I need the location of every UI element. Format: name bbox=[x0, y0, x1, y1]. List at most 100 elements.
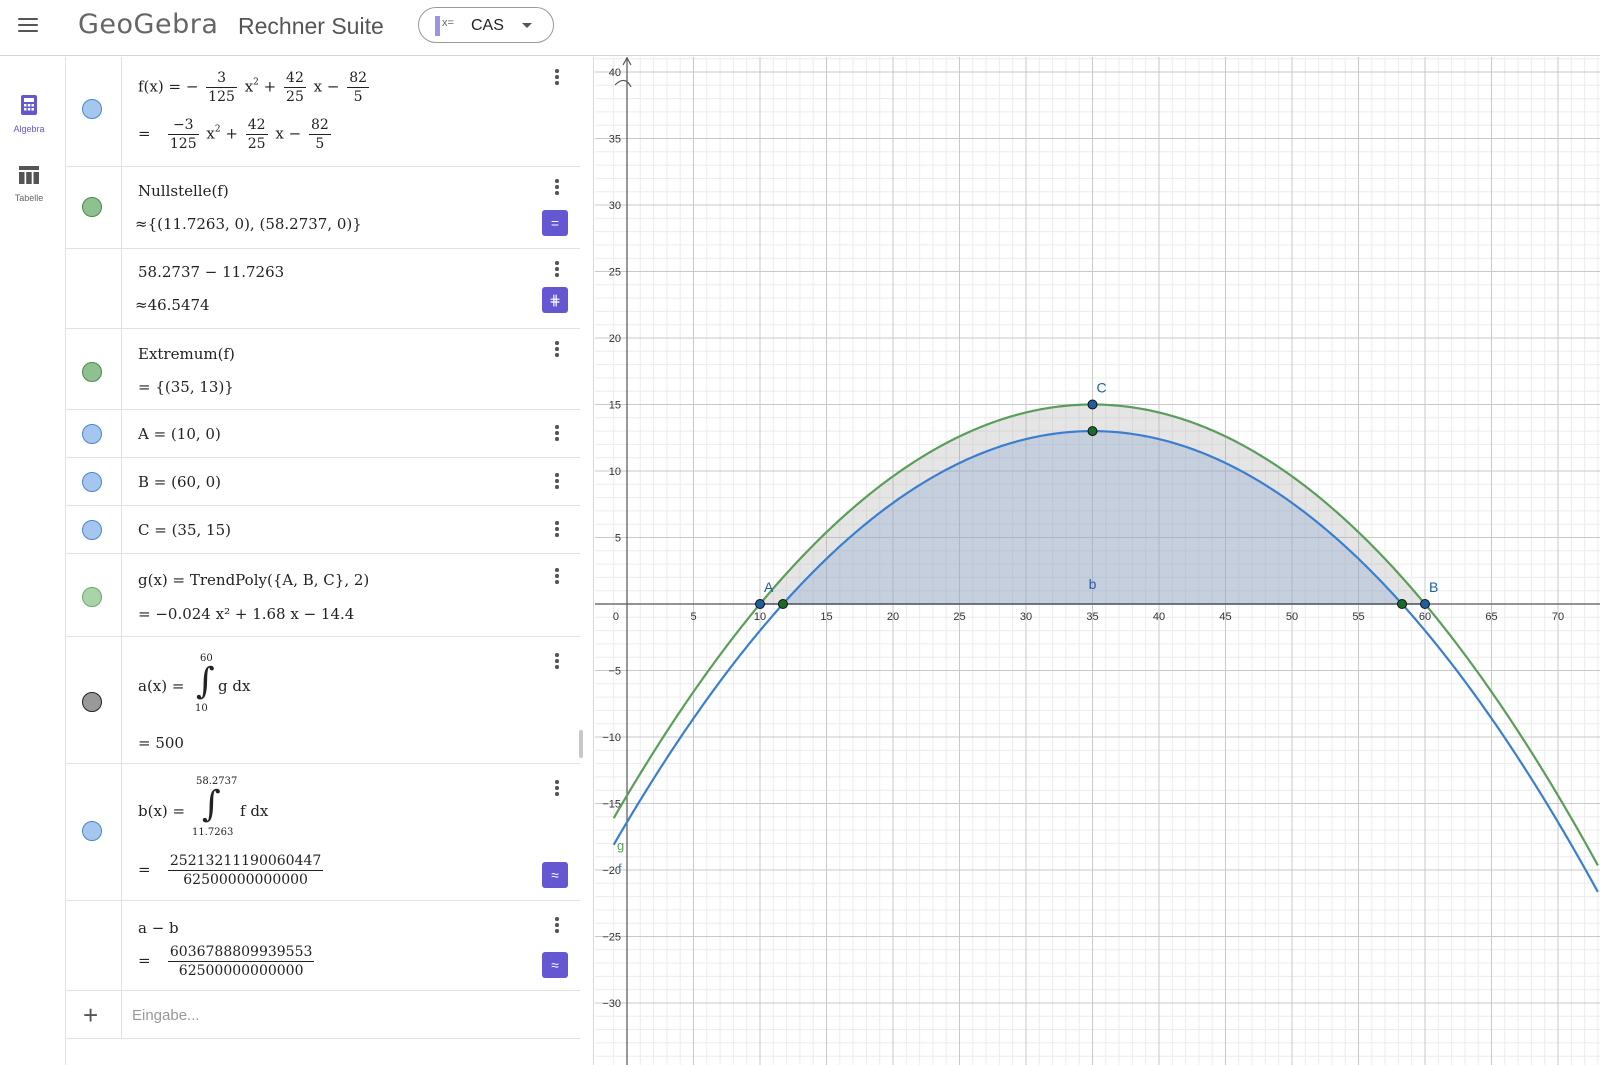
y-tick-label: 25 bbox=[609, 267, 621, 279]
algebra-row-nullstelle[interactable]: Nullstelle(f) ≈{(11.7263, 0), (58.2737, … bbox=[66, 167, 580, 249]
algebra-row-c[interactable]: C = (35, 15) bbox=[66, 506, 580, 554]
rail-item-label: Tabelle bbox=[14, 193, 44, 203]
g-definition[interactable]: g(x) = TrendPoly({A, B, C}, 2) bbox=[138, 571, 369, 589]
suite-title: Rechner Suite bbox=[238, 13, 384, 39]
integral-label-b: b bbox=[1089, 576, 1097, 592]
algebra-row-integral-b[interactable]: b(x) = 58.2737 ∫ 11.7263 f dx = 25213211… bbox=[66, 764, 580, 901]
point-B bbox=[1420, 599, 1430, 609]
visibility-toggle[interactable] bbox=[82, 520, 102, 540]
more-options-icon[interactable] bbox=[554, 341, 560, 359]
x-tick-label: 50 bbox=[1286, 611, 1298, 623]
numeric-toggle-button[interactable]: ≈ bbox=[542, 952, 568, 978]
point-label-C: C bbox=[1097, 380, 1107, 396]
extremum-output: = {(35, 13)} bbox=[138, 378, 234, 396]
visibility-toggle[interactable] bbox=[82, 472, 102, 492]
algebra-input[interactable]: Eingabe... bbox=[132, 1007, 200, 1024]
x-tick-label: 45 bbox=[1219, 611, 1231, 623]
a-minus-b-input[interactable]: a − b bbox=[138, 919, 179, 937]
curve-label-g: g bbox=[617, 838, 624, 853]
extremum-input[interactable]: Extremum(f) bbox=[138, 345, 235, 363]
integral-b-lhs[interactable]: b(x) = bbox=[138, 802, 185, 820]
more-options-icon[interactable] bbox=[554, 261, 560, 279]
x-tick-label: 15 bbox=[820, 611, 832, 623]
geogebra-logo: GeoGebra bbox=[78, 9, 219, 40]
difference-output: ≈46.5474 bbox=[135, 296, 210, 314]
numeric-toggle-button[interactable]: ⋕ bbox=[542, 287, 568, 313]
visibility-toggle[interactable] bbox=[82, 424, 102, 444]
algebra-row-extremum[interactable]: Extremum(f) = {(35, 13)} bbox=[66, 329, 580, 410]
integral-a-lhs[interactable]: a(x) = bbox=[138, 677, 184, 695]
origin-label: 0 bbox=[613, 611, 619, 623]
rail-item-label: Algebra bbox=[13, 124, 45, 134]
algebra-input-row[interactable]: + Eingabe... bbox=[66, 991, 580, 1039]
f-definition[interactable]: f(x) = − 3 125 x2 + 42 25 x − 82 5 bbox=[138, 69, 372, 106]
plus-icon[interactable]: + bbox=[83, 1002, 98, 1028]
undo-arrow-icon bbox=[614, 79, 632, 88]
graph-canvas[interactable]: 5 10 15 20 25 30 35 40 45 50 55 60 65 70−30−25−20−15−… bbox=[595, 57, 1600, 1065]
visibility-toggle[interactable] bbox=[82, 587, 102, 607]
rail-item-table[interactable]: Tabelle bbox=[0, 165, 58, 203]
x-tick-label: 30 bbox=[1020, 611, 1032, 623]
app-picker-label: CAS bbox=[471, 17, 504, 34]
visibility-toggle[interactable] bbox=[82, 821, 102, 841]
point-unnamed bbox=[1397, 599, 1408, 609]
algebra-row-integral-a[interactable]: a(x) = 60 ∫ 10 g dx = 500 bbox=[66, 637, 580, 764]
x-tick-label: 10 bbox=[754, 611, 766, 623]
visibility-toggle[interactable] bbox=[82, 362, 102, 382]
more-options-icon[interactable] bbox=[554, 69, 560, 87]
menu-icon[interactable] bbox=[18, 16, 40, 36]
nullstelle-input[interactable]: Nullstelle(f) bbox=[138, 182, 229, 200]
panel-resize-handle[interactable] bbox=[579, 730, 583, 758]
point-unnamed bbox=[777, 599, 788, 609]
y-tick-label: 30 bbox=[609, 200, 621, 212]
x-tick-label: 40 bbox=[1153, 611, 1165, 623]
point-c-definition[interactable]: C = (35, 15) bbox=[138, 521, 231, 539]
curve-label-f: f bbox=[618, 861, 622, 876]
f-output: = −3 125 x2 + 42 25 x − 82 5 bbox=[138, 117, 331, 152]
more-options-icon[interactable] bbox=[554, 568, 560, 586]
graphics-view[interactable]: 5 10 15 20 25 30 35 40 45 50 55 60 65 70 −30 −25 −20 −15−… bbox=[595, 57, 1600, 1065]
y-tick-label: −30 bbox=[602, 998, 621, 1010]
algebra-row-a-minus-b[interactable]: a − b = 6036788809939553 62500000000000 ≈ bbox=[66, 901, 580, 991]
app-picker-dropdown[interactable]: x= CAS bbox=[418, 7, 554, 43]
calculator-icon bbox=[21, 95, 37, 115]
y-tick-label: 5 bbox=[615, 533, 621, 545]
more-options-icon[interactable] bbox=[554, 780, 560, 798]
point-A bbox=[755, 599, 765, 609]
point-a-definition[interactable]: A = (10, 0) bbox=[138, 425, 221, 443]
visibility-toggle[interactable] bbox=[82, 197, 102, 217]
more-options-icon[interactable] bbox=[554, 521, 560, 539]
rail-item-algebra[interactable]: Algebra bbox=[0, 94, 58, 134]
visibility-toggle[interactable] bbox=[82, 99, 102, 119]
x-tick-label: 55 bbox=[1352, 611, 1364, 623]
point-label-B: B bbox=[1429, 579, 1438, 595]
x-tick-label: 5 bbox=[690, 611, 696, 623]
numeric-toggle-button[interactable]: ≈ bbox=[542, 862, 568, 888]
algebra-row-f[interactable]: f(x) = − 3 125 x2 + 42 25 x − 82 5 = −3 125 … bbox=[66, 57, 580, 167]
y-tick-label: −10 bbox=[602, 732, 621, 744]
algebra-row-b[interactable]: B = (60, 0) bbox=[66, 458, 580, 506]
more-options-icon[interactable] bbox=[554, 917, 560, 935]
more-options-icon[interactable] bbox=[554, 473, 560, 491]
more-options-icon[interactable] bbox=[554, 425, 560, 443]
visibility-toggle[interactable] bbox=[82, 692, 102, 712]
table-icon bbox=[19, 166, 39, 184]
nullstelle-output: ≈{(11.7263, 0), (58.2737, 0)} bbox=[135, 215, 362, 233]
integral-a-output: = 500 bbox=[138, 734, 184, 752]
symbolic-toggle-button[interactable]: = bbox=[542, 210, 568, 236]
a-minus-b-output: = 6036788809939553 62500000000000 bbox=[138, 944, 315, 979]
g-output: = −0.024 x² + 1.68 x − 14.4 bbox=[138, 605, 355, 623]
more-options-icon[interactable] bbox=[554, 653, 560, 671]
point-C bbox=[1087, 399, 1098, 410]
more-options-icon[interactable] bbox=[554, 179, 560, 197]
x-tick-label: 20 bbox=[887, 611, 899, 623]
y-tick-label: 10 bbox=[609, 466, 621, 478]
algebra-row-a[interactable]: A = (10, 0) bbox=[66, 410, 580, 458]
point-b-definition[interactable]: B = (60, 0) bbox=[138, 473, 221, 491]
algebra-row-difference[interactable]: 58.2737 − 11.7263 ≈46.5474 ⋕ bbox=[66, 249, 580, 329]
difference-input[interactable]: 58.2737 − 11.7263 bbox=[138, 263, 284, 281]
view-rail: Algebra Tabelle bbox=[0, 57, 66, 1065]
integral-b-output: = 25213211190060447 62500000000000 bbox=[138, 853, 324, 888]
algebra-row-g[interactable]: g(x) = TrendPoly({A, B, C}, 2) = −0.024 … bbox=[66, 554, 580, 637]
point-label-A: A bbox=[764, 579, 774, 595]
